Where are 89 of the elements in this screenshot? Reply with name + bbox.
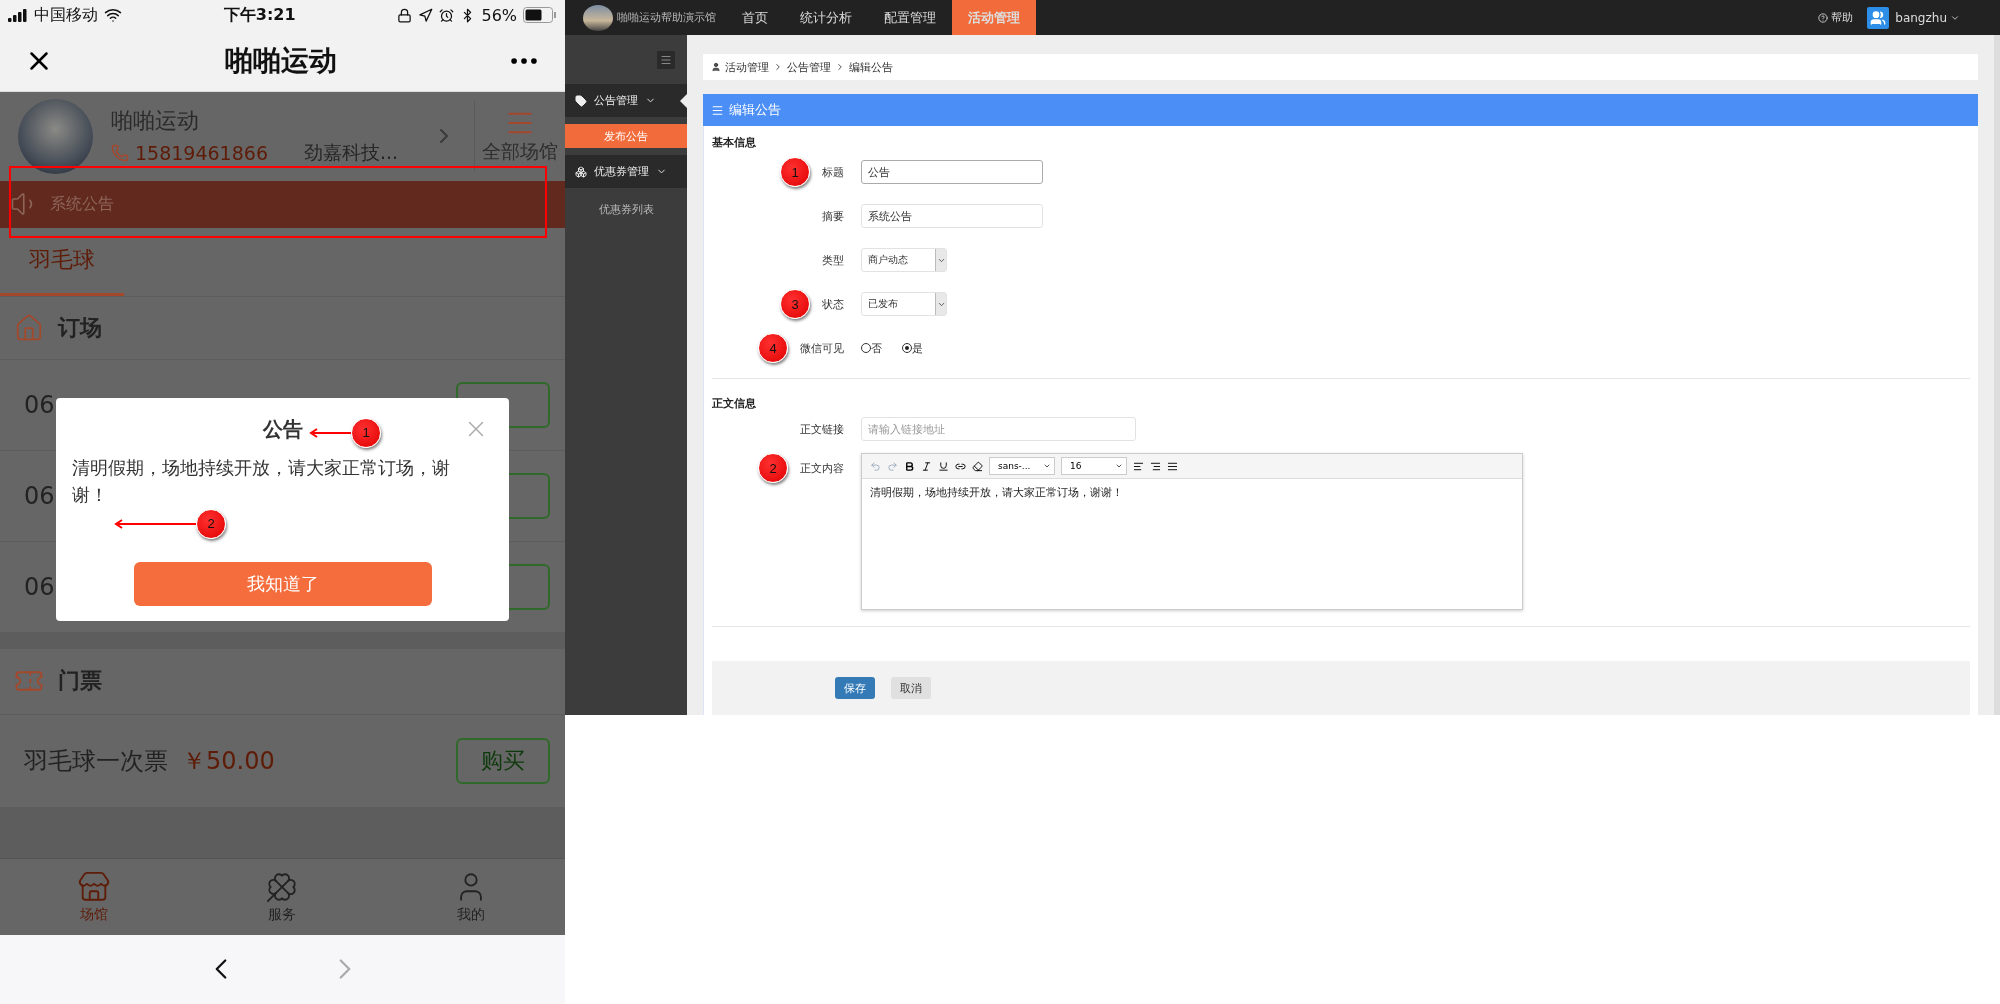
sidebar-group[interactable]: 公告管理: [565, 84, 687, 117]
section-title: 订场: [58, 313, 102, 342]
booking-date: 06: [24, 572, 55, 601]
booking-date: 06: [24, 390, 55, 419]
signal-icon: [8, 8, 28, 23]
nav-tab[interactable]: 配置管理: [868, 0, 952, 35]
panel-header: 编辑公告: [703, 94, 1978, 126]
phone-icon: [111, 144, 129, 163]
caret-icon: [1043, 462, 1051, 470]
save-button[interactable]: 保存: [835, 677, 875, 699]
sidebar-group[interactable]: 优惠券管理: [565, 155, 687, 188]
align-left-icon[interactable]: [1133, 460, 1144, 472]
font-select[interactable]: sans-...: [989, 457, 1055, 475]
sidebar-item[interactable]: 优惠券列表: [565, 192, 687, 226]
field-label: 标题: [822, 164, 844, 180]
section-title: 基本信息: [712, 135, 757, 150]
radio-button[interactable]: [861, 343, 871, 353]
wifi-icon: [104, 6, 122, 25]
section-title: 门票: [58, 667, 102, 696]
tag-icon: [575, 94, 587, 107]
radio-label: 是: [912, 340, 923, 356]
caret-icon: [1115, 462, 1123, 470]
dropdown[interactable]: 商户动态: [861, 248, 947, 272]
notice-text: 系统公告: [50, 193, 114, 215]
cancel-button[interactable]: 取消: [891, 677, 931, 699]
italic-icon[interactable]: [921, 460, 932, 472]
field-label: 正文链接: [800, 421, 844, 437]
dialog-title: 公告: [262, 416, 303, 441]
brand-name: 啪啪运动帮助演示馆: [617, 10, 716, 25]
menu-icon: [660, 53, 672, 66]
field-label: 微信可见: [800, 340, 844, 356]
ticket-name: 羽毛球一次票: [24, 745, 168, 777]
field-label: 摘要: [822, 208, 844, 224]
menu-toggle[interactable]: [657, 50, 675, 69]
company-name: 劲嘉科技...: [304, 140, 399, 166]
annotation-marker: 1: [780, 157, 810, 187]
section-title: 正文信息: [712, 396, 757, 411]
help-link[interactable]: 帮助: [1818, 10, 1854, 25]
arrow-icon: [114, 518, 196, 529]
lock-icon: [397, 7, 413, 23]
battery-percent: 56%: [481, 5, 517, 25]
user-icon: [711, 62, 721, 72]
status-time: 下午3:21: [223, 4, 296, 26]
store-icon: [77, 869, 112, 904]
field-label: 正文内容: [800, 460, 844, 476]
text-input[interactable]: 系统公告: [861, 204, 1043, 228]
underline-icon[interactable]: [938, 460, 949, 472]
logo-photo-placeholder: [583, 4, 613, 31]
phone-number: 15819461866: [135, 142, 268, 165]
editor-text: 清明假期，场地持续开放，请大家正常订场，谢谢！: [869, 485, 1124, 501]
field-label: 类型: [822, 252, 844, 268]
ticket-price: ￥50.00: [182, 745, 275, 777]
list-icon: [711, 103, 724, 117]
radio-button[interactable]: [902, 343, 912, 353]
page-title: 啪啪运动: [224, 42, 337, 79]
breadcrumb-item: 编辑公告: [849, 59, 893, 75]
dialog-message: 清明假期，场地持续开放，请大家正常订场，谢谢！: [72, 455, 451, 507]
bold-icon[interactable]: [904, 460, 915, 472]
location-icon: [418, 7, 434, 23]
user-menu[interactable]: bangzhu: [1895, 10, 1960, 25]
booking-date: 06: [24, 481, 55, 510]
chevron-icon: [773, 62, 783, 72]
radio-label: 否: [871, 340, 882, 356]
align-justify-icon[interactable]: [1167, 460, 1178, 472]
annotation-marker: 2: [196, 508, 226, 539]
size-select[interactable]: 16: [1061, 457, 1127, 475]
annotation-marker: 3: [780, 289, 810, 319]
align-right-icon[interactable]: [1150, 460, 1161, 472]
text-input[interactable]: 公告: [861, 160, 1043, 184]
dropdown[interactable]: 已发布: [861, 292, 947, 316]
carrier-name: 中国移动: [34, 4, 98, 26]
breadcrumb-item[interactable]: 活动管理: [725, 59, 769, 75]
alarm-icon: [439, 7, 455, 23]
nav-tab[interactable]: 统计分析: [784, 0, 868, 35]
eraser-icon[interactable]: [972, 460, 983, 472]
annotation-marker: 2: [758, 453, 788, 483]
venue-name: 啪啪运动: [111, 107, 200, 136]
annotation-marker: 1: [351, 417, 381, 448]
boxes-icon: [575, 165, 587, 178]
text-input[interactable]: 请输入链接地址: [861, 417, 1136, 441]
breadcrumb-item[interactable]: 公告管理: [787, 59, 831, 75]
annotation-marker: 4: [758, 333, 788, 363]
nav-tab[interactable]: 首页: [726, 0, 784, 35]
battery-icon: [523, 7, 557, 24]
rich-text-editor[interactable]: sans-... 16 清明假期，场地持续开放，请大家正常订场，谢谢！: [861, 453, 1523, 610]
arrow-icon: [309, 427, 351, 438]
chevron-icon: [835, 62, 845, 72]
help-icon: [1818, 12, 1829, 23]
field-label: 状态: [822, 296, 844, 312]
